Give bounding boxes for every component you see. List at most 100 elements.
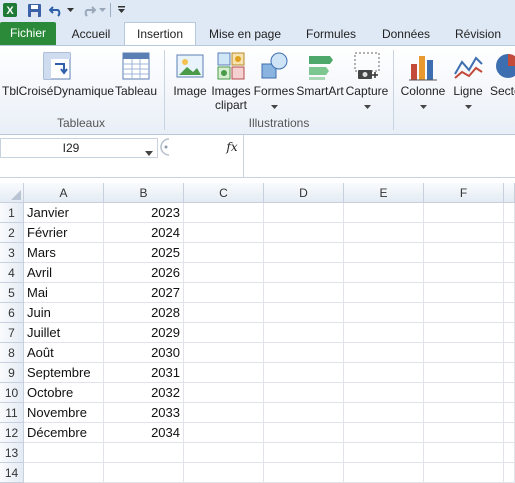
cell-empty[interactable] xyxy=(184,463,264,483)
cell-year[interactable]: 2033 xyxy=(104,403,184,423)
cell-month[interactable]: Juin xyxy=(24,303,104,323)
cell-empty[interactable] xyxy=(184,243,264,263)
row-header[interactable]: 7 xyxy=(0,323,24,343)
cell-empty[interactable] xyxy=(344,343,424,363)
excel-icon[interactable]: X xyxy=(2,2,18,18)
redo-dropdown-icon[interactable] xyxy=(98,2,106,18)
line-chart-button[interactable]: Ligne xyxy=(448,50,488,113)
cell-empty[interactable] xyxy=(344,423,424,443)
cell-empty[interactable] xyxy=(344,403,424,423)
cell-empty[interactable] xyxy=(344,263,424,283)
cell-empty[interactable] xyxy=(504,383,515,403)
cell-year[interactable]: 2027 xyxy=(104,283,184,303)
cell-empty[interactable] xyxy=(344,383,424,403)
tab-fichier[interactable]: Fichier xyxy=(0,22,56,45)
tab-accueil[interactable]: Accueil xyxy=(65,23,117,45)
tab-insertion[interactable]: Insertion xyxy=(124,22,196,46)
cell-empty[interactable] xyxy=(264,463,344,483)
cell-empty[interactable] xyxy=(344,223,424,243)
cell-empty[interactable] xyxy=(424,403,504,423)
cell-empty[interactable] xyxy=(424,363,504,383)
cell-empty[interactable] xyxy=(344,303,424,323)
cell-empty[interactable] xyxy=(264,263,344,283)
row-header[interactable]: 11 xyxy=(0,403,24,423)
cell-empty[interactable] xyxy=(344,443,424,463)
cell-year[interactable]: 2030 xyxy=(104,343,184,363)
cell-empty[interactable] xyxy=(344,463,424,483)
cell-empty[interactable] xyxy=(264,423,344,443)
cell-empty[interactable] xyxy=(424,383,504,403)
cell-empty[interactable] xyxy=(184,383,264,403)
pivot-table-button[interactable]: TblCroiséDynamique xyxy=(2,50,114,98)
cell-empty[interactable] xyxy=(344,283,424,303)
cell-month[interactable] xyxy=(24,443,104,463)
cell-month[interactable]: Mars xyxy=(24,243,104,263)
cell-empty[interactable] xyxy=(264,303,344,323)
cell-year[interactable]: 2029 xyxy=(104,323,184,343)
fx-icon[interactable]: fx xyxy=(224,138,240,156)
cell-empty[interactable] xyxy=(264,323,344,343)
column-header-b[interactable]: B xyxy=(104,183,184,203)
row-header[interactable]: 12 xyxy=(0,423,24,443)
cell-empty[interactable] xyxy=(344,363,424,383)
cell-year[interactable]: 2032 xyxy=(104,383,184,403)
cell-year[interactable] xyxy=(104,443,184,463)
row-header[interactable]: 9 xyxy=(0,363,24,383)
undo-dropdown-icon[interactable] xyxy=(66,2,74,18)
cell-empty[interactable] xyxy=(424,463,504,483)
save-icon[interactable] xyxy=(26,2,42,18)
cell-empty[interactable] xyxy=(424,303,504,323)
cell-empty[interactable] xyxy=(344,203,424,223)
screenshot-button[interactable]: Capture xyxy=(345,50,389,113)
row-header[interactable]: 6 xyxy=(0,303,24,323)
cell-empty[interactable] xyxy=(424,323,504,343)
cell-year[interactable]: 2031 xyxy=(104,363,184,383)
redo-icon[interactable] xyxy=(80,2,96,18)
cell-year[interactable]: 2023 xyxy=(104,203,184,223)
formula-input[interactable] xyxy=(243,135,515,177)
cell-empty[interactable] xyxy=(184,423,264,443)
row-header[interactable]: 13 xyxy=(0,443,24,463)
pie-chart-button[interactable]: Secte xyxy=(490,50,515,98)
row-header[interactable]: 3 xyxy=(0,243,24,263)
cell-empty[interactable] xyxy=(424,283,504,303)
cell-empty[interactable] xyxy=(264,383,344,403)
cell-empty[interactable] xyxy=(184,203,264,223)
cell-year[interactable] xyxy=(104,463,184,483)
cell-empty[interactable] xyxy=(184,263,264,283)
cell-year[interactable]: 2024 xyxy=(104,223,184,243)
tab-mise-en-page[interactable]: Mise en page xyxy=(203,23,287,45)
smartart-button[interactable]: SmartArt xyxy=(296,50,344,98)
cell-month[interactable]: Janvier xyxy=(24,203,104,223)
cell-month[interactable]: Octobre xyxy=(24,383,104,403)
tab-donnees[interactable]: Données xyxy=(375,23,437,45)
undo-icon[interactable] xyxy=(48,2,64,18)
column-header-g[interactable] xyxy=(504,183,515,203)
cell-month[interactable]: Septembre xyxy=(24,363,104,383)
cell-empty[interactable] xyxy=(504,423,515,443)
cell-month[interactable]: Avril xyxy=(24,263,104,283)
select-all-corner[interactable] xyxy=(0,183,24,203)
cell-empty[interactable] xyxy=(424,443,504,463)
row-header[interactable]: 14 xyxy=(0,463,24,483)
cell-empty[interactable] xyxy=(264,343,344,363)
cell-month[interactable]: Février xyxy=(24,223,104,243)
cell-empty[interactable] xyxy=(504,343,515,363)
cell-empty[interactable] xyxy=(184,223,264,243)
cell-empty[interactable] xyxy=(184,343,264,363)
formula-bar-splitter[interactable] xyxy=(160,138,178,156)
cell-empty[interactable] xyxy=(504,443,515,463)
cell-empty[interactable] xyxy=(264,283,344,303)
cell-empty[interactable] xyxy=(344,323,424,343)
clipart-button[interactable]: Images clipart xyxy=(210,50,252,112)
cell-empty[interactable] xyxy=(504,323,515,343)
cell-empty[interactable] xyxy=(264,223,344,243)
cell-month[interactable]: Août xyxy=(24,343,104,363)
cell-month[interactable] xyxy=(24,463,104,483)
cell-month[interactable]: Novembre xyxy=(24,403,104,423)
column-header-c[interactable]: C xyxy=(184,183,264,203)
cell-month[interactable]: Juillet xyxy=(24,323,104,343)
cell-empty[interactable] xyxy=(424,343,504,363)
row-header[interactable]: 10 xyxy=(0,383,24,403)
cell-empty[interactable] xyxy=(264,203,344,223)
